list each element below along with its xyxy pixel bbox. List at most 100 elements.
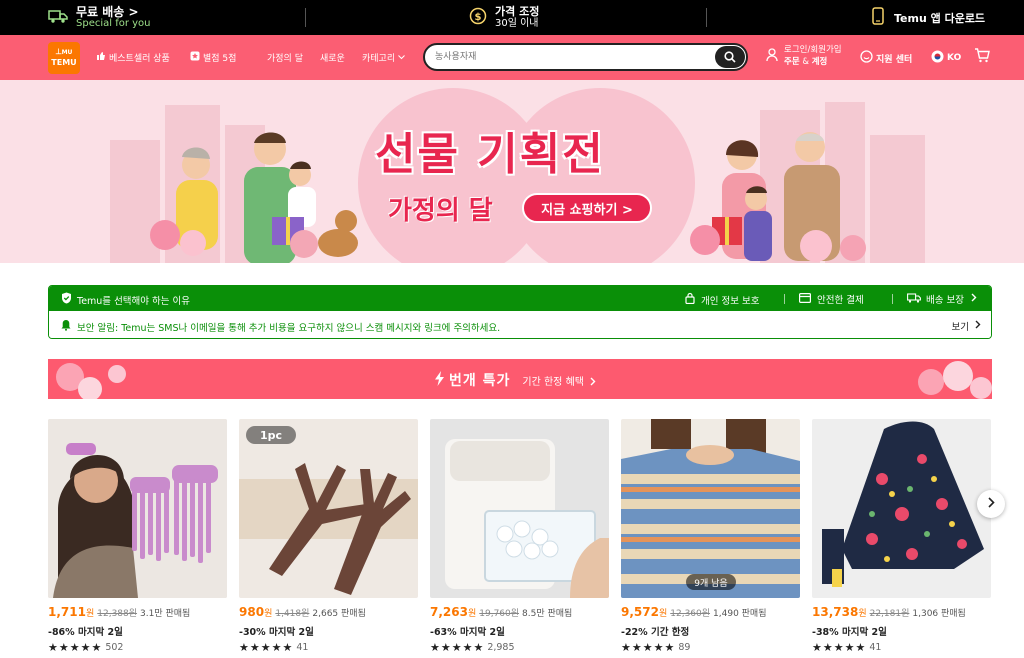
lightning-icon [434,370,445,390]
account-amp: & [799,57,812,67]
review-count: 89 [678,642,691,653]
price-adjustment-sub: 30일 이내 [495,17,539,29]
delivery-guarantee-label: 배송 보장 [926,295,964,306]
language-label: KO [947,53,962,63]
product-price-row: 1,711 원 12,388원 3.1만 판매됨 [48,605,190,619]
lock-icon [685,292,695,307]
product-card[interactable]: 13,738 원 22,181원 1,306 판매됨 -38% 마지막 2일 ★… [812,419,991,658]
cart-icon [974,48,993,66]
nav-family-month-label: 가정의 달 [267,54,303,64]
shop-now-button[interactable]: 지금 쇼핑하기 > [522,193,652,223]
security-alert-text: 보안 알림: Temu는 SMS나 이메일을 통해 추가 비용을 요구하지 않으… [77,322,501,334]
nav-new[interactable]: 새로운 [320,51,345,64]
product-card[interactable]: 1pc 980 원 1,418원 2,665 판매됨 -30% 마지막 2일 ★… [239,419,418,658]
product-card[interactable]: 9개 남음 9,572 원 12,360원 1,490 판매됨 -22% 기간 … [621,419,800,658]
phone-icon [872,6,884,29]
sold-count: 8.5만 판매됨 [522,609,573,619]
truck-icon [48,8,68,28]
review-count: 2,985 [487,642,515,653]
quantity-badge: 1pc [246,426,296,444]
product-price-row: 9,572 원 12,360원 1,490 판매됨 [621,605,767,619]
nav-rating-label: 별점 5점 [203,54,237,64]
shield-check-icon [61,292,72,307]
main-nav: 丄MU TEMU 베스트셀러 상품 별점 5점 가정의 달 새로운 카테고리 로… [0,35,1024,80]
price-adjustment-info[interactable]: $ 가격 조정 30일 이내 [469,0,539,35]
free-shipping-link[interactable]: 무료 배송 > Special for you [48,0,151,35]
app-download-label: Temu 앱 다운로드 [894,11,986,25]
language-selector[interactable]: KO [931,50,961,66]
user-icon [766,47,778,66]
account-login-label: 로그인/회원가입 [784,45,842,55]
account-menu[interactable]: 로그인/회원가입 주문 & 계정 [766,44,842,68]
nav-bestseller[interactable]: 베스트셀러 상품 [96,51,170,64]
product-card[interactable]: 1,711 원 12,388원 3.1만 판매됨 -86% 마지막 2일 ★★★… [48,419,227,658]
star-box-icon [190,51,203,64]
product-image[interactable] [48,419,227,598]
banner-title: 선물 기획전 [375,129,605,180]
bell-icon [61,319,71,334]
chevron-right-icon [975,320,981,332]
card-icon [799,292,812,306]
cart-button[interactable] [974,48,993,66]
free-shipping-title: 무료 배송 > [76,4,139,19]
nav-category-label: 카테고리 [362,54,396,64]
deal-label: -86% 마지막 2일 [48,627,123,638]
sold-count: 3.1만 판매됨 [140,609,191,619]
product-image[interactable]: 9개 남음 [621,419,800,598]
carousel-next-button[interactable] [977,490,1005,518]
product-price: 9,572 [621,605,659,619]
secure-payment-label: 안전한 결제 [817,295,864,306]
why-temu-box: Temu를 선택해야 하는 이유 개인 정보 보호 안전한 결제 배송 보장 보… [48,285,992,339]
nav-category[interactable]: 카테고리 [362,51,408,64]
nav-rating[interactable]: 별점 5점 [190,51,236,64]
original-price: 1,418원 [275,609,310,619]
product-price: 980 [239,605,265,619]
dollar-coin-icon: $ [469,7,487,29]
product-image[interactable] [812,419,991,598]
price-unit: 원 [264,609,273,619]
delivery-truck-icon [907,292,921,306]
product-image[interactable]: 1pc [239,419,418,598]
search-input[interactable] [435,49,705,65]
chevron-right-icon [971,293,977,305]
chevron-right-icon [987,496,995,512]
star-rating: ★★★★★ [430,641,485,654]
product-card[interactable]: 7,263 원 19,760원 8.5만 판매됨 -63% 마지막 2일 ★★★… [430,419,609,658]
original-price: 22,181원 [869,609,910,619]
logo-mark: 丄MU [55,49,73,56]
rating-row: ★★★★★ 2,985 [430,641,515,654]
divider [305,8,306,27]
chevron-down-icon [398,53,408,63]
product-price: 1,711 [48,605,86,619]
banner-subtitle: 가정의 달 [388,196,493,226]
divider [892,294,893,304]
search-icon [724,48,736,67]
flower-decoration [108,365,126,383]
product-carousel: 1,711 원 12,388원 3.1만 판매됨 -86% 마지막 2일 ★★★… [48,419,992,658]
temu-logo[interactable]: 丄MU TEMU [48,42,80,74]
thumbs-up-icon [96,51,109,64]
nav-family-month[interactable]: 가정의 달 [267,51,303,64]
rating-row: ★★★★★ 41 [239,641,308,654]
star-rating: ★★★★★ [48,641,103,654]
top-promo-bar: 무료 배송 > Special for you $ 가격 조정 30일 이내 T… [0,0,1024,35]
flower-decoration [180,230,206,256]
product-price-row: 980 원 1,418원 2,665 판매됨 [239,605,366,619]
product-image[interactable] [430,419,609,598]
deal-label: -22% 기간 한정 [621,627,690,638]
account-orders-label: 주문 [784,57,800,67]
security-alert[interactable]: 보안 알림: Temu는 SMS나 이메일을 통해 추가 비용을 요구하지 않으… [49,311,991,338]
family-month-banner[interactable]: 선물 기획전 가정의 달 지금 쇼핑하기 > [0,80,1024,263]
deal-label: -38% 마지막 2일 [812,627,887,638]
sold-count: 2,665 판매됨 [312,609,366,619]
review-count: 41 [296,642,309,653]
original-price: 12,360원 [670,609,711,619]
app-download-link[interactable]: Temu 앱 다운로드 [872,0,985,35]
support-center-label: 지원 센터 [876,54,913,65]
flash-sale-banner[interactable]: 번개 특가 기간 한정 혜택 [48,359,992,399]
support-center-link[interactable]: 지원 센터 [860,50,912,66]
original-price: 12,388원 [97,609,138,619]
why-temu-header[interactable]: Temu를 선택해야 하는 이유 개인 정보 보호 안전한 결제 배송 보장 [49,286,991,311]
search-button[interactable] [715,46,745,68]
divider [784,294,785,304]
